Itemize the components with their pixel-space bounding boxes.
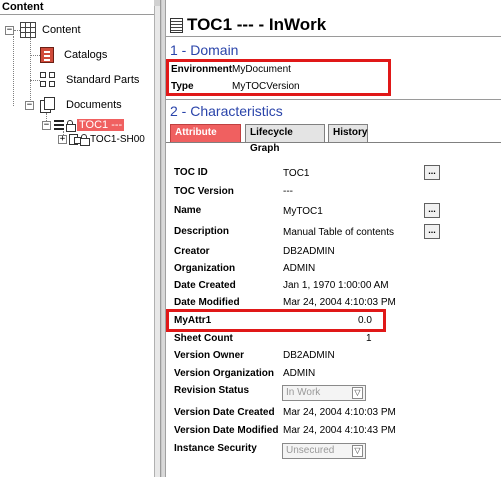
attr-value-version-date-modified: Mar 24, 2004 4:10:43 PM <box>283 425 396 436</box>
attr-label-name: Name <box>174 205 202 216</box>
documents-icon <box>40 97 56 113</box>
divider <box>166 99 501 100</box>
revision-status-select[interactable]: In Work ▽ <box>282 385 366 401</box>
tree-connector <box>30 55 40 56</box>
page-header: TOC1 --- - InWork <box>170 15 326 35</box>
tree-connector <box>13 36 14 106</box>
chevron-down-icon[interactable]: ▽ <box>352 387 363 399</box>
attr-value-date-modified: Mar 24, 2004 4:10:03 PM <box>283 297 396 308</box>
details-panel: TOC1 --- - InWork 1 - Domain Environment… <box>166 0 501 477</box>
tree-node-documents[interactable]: − Documents <box>25 96 122 114</box>
tab-attribute-view[interactable]: Attribute View <box>170 124 241 154</box>
section-heading-characteristics: 2 - Characteristics <box>170 103 283 119</box>
chevron-down-icon[interactable]: ▽ <box>352 445 363 457</box>
tree-connector <box>30 80 40 81</box>
book-icon <box>40 47 54 63</box>
tree-node-content[interactable]: − Content <box>5 21 81 39</box>
attr-label-version-organization: Version Organization <box>174 368 275 379</box>
document-list-icon <box>54 119 64 131</box>
attr-label-toc-id: TOC ID <box>174 167 208 178</box>
tree-panel-header: Content <box>2 1 44 13</box>
collapse-toggle[interactable]: − <box>25 100 34 110</box>
attr-label-creator: Creator <box>174 246 210 257</box>
myattr1-highlight-box <box>166 309 386 332</box>
attr-label-version-date-created: Version Date Created <box>174 407 275 418</box>
collapse-toggle[interactable]: − <box>5 25 14 35</box>
lock-icon <box>80 134 90 146</box>
tree-scrollbar[interactable] <box>154 0 160 477</box>
content-tree-panel: Content − Content Catalogs Standard Part… <box>0 0 161 477</box>
tree-node-catalogs[interactable]: Catalogs <box>40 46 107 64</box>
document-list-icon <box>170 17 183 33</box>
tree-node-label: Content <box>42 24 81 36</box>
attr-value-sheet-count: 1 <box>366 333 372 344</box>
attr-label-date-modified: Date Modified <box>174 297 240 308</box>
edit-name-button[interactable]: ... <box>424 203 440 218</box>
tree-node-label: Catalogs <box>64 49 108 61</box>
attr-value-version-organization: ADMIN <box>283 368 316 379</box>
attr-value-date-created: Jan 1, 1970 1:00:00 AM <box>283 280 389 291</box>
tab-lifecycle-graph[interactable]: Lifecycle Graph <box>245 124 325 154</box>
attr-label-date-created: Date Created <box>174 280 236 291</box>
section-heading-domain: 1 - Domain <box>170 42 239 58</box>
attr-label-toc-version: TOC Version <box>174 186 234 197</box>
revision-status-value: In Work <box>286 387 321 398</box>
page-title: TOC1 --- - InWork <box>187 15 327 34</box>
attr-label-version-owner: Version Owner <box>174 350 245 361</box>
tree-node-toc1-sheet[interactable]: + TOC1-SH00 <box>58 130 145 148</box>
tab-bar-line <box>166 142 501 143</box>
attr-value-toc-id: TOC1 <box>283 168 310 179</box>
expand-toggle[interactable]: + <box>58 134 67 144</box>
instance-security-select[interactable]: Unsecured ▽ <box>282 443 366 459</box>
attr-value-toc-version: --- <box>283 186 293 197</box>
browse-toc-id-button[interactable]: ... <box>424 165 440 180</box>
tree-node-label: Standard Parts <box>66 74 140 86</box>
grid-icon <box>20 22 36 38</box>
attr-label-revision-status: Revision Status <box>174 385 250 396</box>
domain-highlight-box <box>166 59 391 96</box>
attr-label-description: Description <box>174 226 230 237</box>
collapse-toggle[interactable]: − <box>42 120 51 130</box>
attr-value-description: Manual Table of contents <box>283 227 395 238</box>
lock-icon <box>66 120 76 132</box>
header-divider <box>0 14 154 15</box>
edit-description-button[interactable]: ... <box>424 224 440 239</box>
tree-node-label: TOC1-SH00 <box>90 133 145 145</box>
tree-node-standard-parts[interactable]: Standard Parts <box>40 71 139 89</box>
attr-value-version-date-created: Mar 24, 2004 4:10:03 PM <box>283 407 396 418</box>
tree-node-label: Documents <box>66 99 122 111</box>
tab-history[interactable]: History <box>328 124 368 142</box>
scroll-up-button[interactable] <box>154 0 160 6</box>
attr-label-organization: Organization <box>174 263 236 274</box>
attr-label-sheet-count: Sheet Count <box>174 333 233 344</box>
divider <box>166 36 501 37</box>
attr-value-version-owner: DB2ADMIN <box>283 350 335 361</box>
instance-security-value: Unsecured <box>286 445 335 456</box>
parts-icon <box>40 72 56 88</box>
attr-label-version-date-modified: Version Date Modified <box>174 425 279 436</box>
attr-label-instance-security: Instance Security <box>174 443 257 454</box>
attr-value-name: MyTOC1 <box>283 206 323 217</box>
attr-value-creator: DB2ADMIN <box>283 246 335 257</box>
attr-value-organization: ADMIN <box>283 263 316 274</box>
sheet-document-icon <box>69 133 81 145</box>
